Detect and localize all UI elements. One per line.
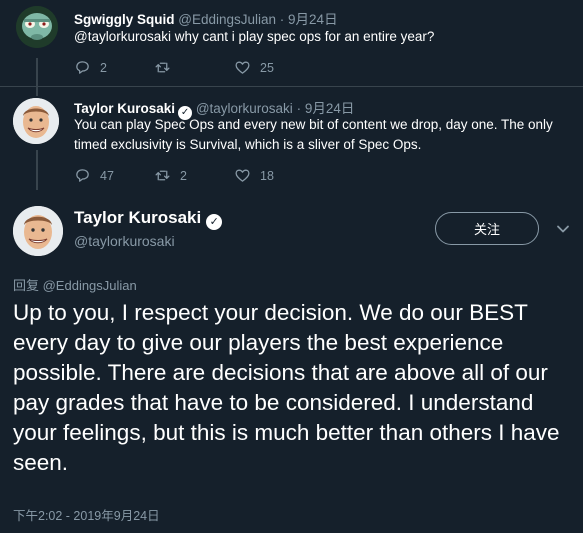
divider (0, 86, 583, 87)
retweet-count: 2 (180, 168, 187, 183)
chevron-down-icon[interactable] (556, 222, 570, 236)
verified-icon: ✓ (206, 214, 223, 230)
like-button[interactable]: 25 (234, 59, 314, 76)
reply-button[interactable]: 47 (74, 167, 154, 184)
tweet-date[interactable]: · 9月24日 (297, 101, 355, 116)
retweet-button[interactable] (154, 59, 234, 76)
reply-count: 2 (100, 60, 107, 75)
like-count: 18 (260, 168, 274, 183)
reply-icon (76, 169, 89, 182)
retweet-icon (155, 62, 170, 73)
tweet-date[interactable]: · 9月24日 (280, 12, 338, 27)
tweet-actions: 47 2 18 (74, 167, 314, 184)
author-handle[interactable]: @taylorkurosaki (196, 101, 293, 116)
tweet-text: You can play Spec Ops and every new bit … (74, 117, 553, 152)
author-handle[interactable]: @EddingsJulian (178, 12, 276, 27)
like-icon (235, 169, 250, 182)
like-count: 25 (260, 60, 274, 75)
reply-icon (76, 61, 89, 74)
tweet-actions: 2 25 (74, 59, 314, 76)
avatar[interactable] (13, 206, 63, 256)
tweet-text: @taylorkurosaki why cant i play spec ops… (74, 29, 435, 44)
avatar[interactable] (13, 98, 59, 144)
retweet-icon (155, 170, 170, 181)
reply-to-label[interactable]: 回复 @EddingsJulian (13, 275, 137, 294)
author-name-text: Taylor Kurosaki (74, 208, 202, 227)
reply-button[interactable]: 2 (74, 59, 154, 76)
retweet-button[interactable]: 2 (154, 167, 234, 184)
like-icon (235, 61, 250, 74)
tweet-timestamp[interactable]: 下午2:02 - 2019年9月24日 (13, 505, 160, 524)
author-name[interactable]: Taylor Kurosaki ✓ (74, 208, 223, 230)
author-name[interactable]: Sgwiggly Squid (74, 12, 175, 27)
tweet-header: Sgwiggly Squid @EddingsJulian · 9月24日 (74, 8, 338, 28)
like-button[interactable]: 18 (234, 167, 314, 184)
reply-count: 47 (100, 168, 114, 183)
author-handle[interactable]: @taylorkurosaki (74, 233, 175, 249)
avatar[interactable] (16, 6, 58, 48)
follow-button[interactable]: 关注 (435, 212, 539, 245)
thread-line (36, 150, 38, 190)
tweet-text: Up to you, I respect your decision. We d… (13, 300, 560, 475)
author-name[interactable]: Taylor Kurosaki (74, 101, 175, 116)
thread-line (36, 58, 38, 96)
